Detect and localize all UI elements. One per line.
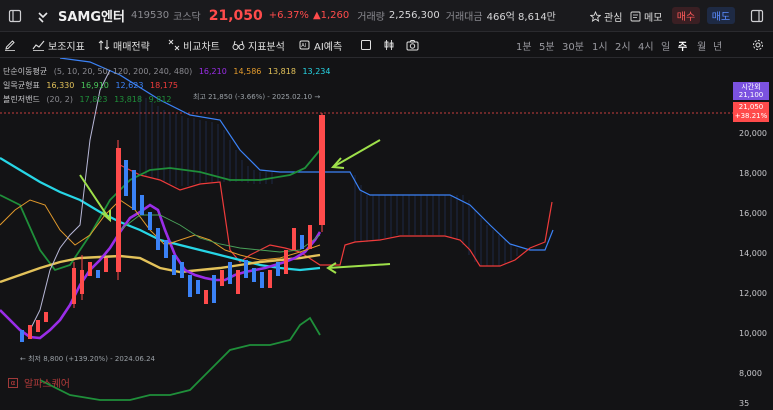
ytick-12000: 12,000 [739, 289, 767, 298]
market-name: 코스닥 [173, 12, 201, 23]
ytick-14000: 14,000 [739, 249, 767, 258]
period-4h[interactable]: 4시 [638, 38, 654, 53]
candlestick-icon [384, 40, 394, 50]
current-price-badge: 21,050 +38.21% [733, 102, 769, 122]
watermark-text: 알파스퀘어 [24, 379, 70, 390]
bollinger-value-1: 17,823 [79, 95, 108, 104]
sidebar-toggle-icon[interactable] [4, 5, 26, 27]
ma-legend-label: 단순이동평균 [3, 67, 48, 76]
logo-icon [32, 5, 54, 27]
memo-label: 메모 [644, 13, 663, 24]
period-day[interactable]: 일 [661, 38, 670, 53]
chart-type-candle-button[interactable] [383, 37, 395, 53]
ma-value-4: 13,234 [302, 67, 331, 76]
low-annotation: ← 최저 8,800 (+139.20%) - 2024.06.24 [20, 355, 155, 363]
ma-value-2: 14,586 [233, 67, 262, 76]
after-hours-badge: 시간외 21,100 [733, 82, 769, 100]
ai-predict-label: AI예측 [314, 41, 343, 53]
chart-toolbar: 보조지표 매매전략 비교차트 지표분석 AI AI예측 1분 5분 30분 1시… [0, 32, 773, 58]
stock-code: 419530 [130, 10, 170, 21]
ma-value-1: 16,210 [198, 67, 227, 76]
sort-arrows-icon [98, 40, 110, 50]
star-icon [590, 11, 601, 22]
compare-icon [168, 39, 180, 51]
ichimoku-value-3: 12,623 [115, 81, 144, 90]
ma-lavender [29, 69, 111, 331]
camera-icon [406, 40, 419, 51]
bollinger-value-3: 9,812 [148, 95, 172, 104]
ytick-16000: 16,000 [739, 209, 767, 218]
pencil-icon [5, 40, 15, 51]
square-icon [361, 40, 371, 50]
period-1h[interactable]: 1시 [592, 38, 608, 53]
svg-text:AI: AI [301, 43, 306, 49]
chart-settings-button[interactable] [752, 37, 764, 53]
ytick-20000: 20,000 [739, 129, 767, 138]
gear-icon [753, 40, 763, 50]
ichimoku-value-1: 16,330 [46, 81, 75, 90]
strategy-button[interactable]: 매매전략 [98, 37, 150, 53]
indicators-button[interactable]: 보조지표 [32, 37, 85, 53]
after-hours-label: 시간외 [741, 83, 761, 91]
change-percent: +6.37% [268, 10, 309, 21]
period-2h[interactable]: 2시 [615, 38, 631, 53]
ai-predict-button[interactable]: AI AI예측 [298, 37, 342, 53]
compare-label: 비교차트 [183, 41, 220, 53]
high-annotation: 최고 21,850 (-3.66%) - 2025.02.10 → [193, 93, 321, 101]
analysis-button[interactable]: 지표분석 [232, 37, 285, 53]
badge-percent: +38.21% [734, 112, 768, 120]
ytick-bottom: 35 [739, 399, 750, 408]
bollinger-value-2: 13,818 [114, 95, 143, 104]
ichimoku-legend-label: 일목균형표 [3, 81, 40, 90]
amount-label: 거래대금 [445, 12, 483, 23]
screenshot-button[interactable] [406, 37, 419, 53]
candlesticks [20, 113, 325, 342]
period-week[interactable]: 주 [678, 38, 687, 53]
memo-icon [630, 11, 641, 22]
line-chart-icon [32, 40, 45, 51]
chart-type-box-button[interactable] [360, 37, 372, 53]
after-hours-price: 21,100 [738, 91, 764, 99]
volume-label: 거래량 [357, 12, 385, 23]
watch-button[interactable]: 관심 [590, 9, 622, 24]
bollinger-legend-params: (20, 2) [46, 95, 73, 104]
stock-symbol[interactable]: SAMG엔터 [58, 6, 125, 25]
ma-value-3: 13,818 [267, 67, 296, 76]
period-30min[interactable]: 30분 [562, 38, 584, 53]
period-5min[interactable]: 5분 [539, 38, 555, 53]
alpha-logo-icon: α [8, 377, 18, 388]
sell-button[interactable]: 매도 [707, 7, 735, 24]
memo-button[interactable]: 메모 [630, 9, 662, 24]
panel-toggle-icon[interactable] [746, 5, 768, 27]
change-amount: ▲1,260 [312, 10, 350, 21]
current-price: 21,050 [208, 7, 263, 24]
ytick-8000: 8,000 [739, 369, 762, 378]
volume-value: 2,256,300 [388, 10, 440, 21]
buy-button[interactable]: 매수 [672, 7, 700, 24]
ai-chip-icon: AI [299, 40, 310, 50]
period-month[interactable]: 월 [697, 38, 706, 53]
ytick-10000: 10,000 [739, 329, 767, 338]
indicators-label: 보조지표 [48, 41, 85, 53]
ma-legend[interactable]: 단순이동평균 (5, 10, 20, 50, 120, 200, 240, 48… [3, 66, 334, 77]
ma-legend-params: (5, 10, 20, 50, 120, 200, 240, 480) [53, 67, 193, 76]
header-bar: SAMG엔터 419530 코스닥 21,050 +6.37% ▲1,260 거… [0, 0, 773, 32]
analysis-label: 지표분석 [248, 41, 285, 53]
binoculars-icon [232, 40, 245, 50]
ichimoku-legend[interactable]: 일목균형표 16,330 16,910 12,623 18,175 [3, 80, 182, 91]
compare-button[interactable]: 비교차트 [168, 37, 220, 53]
watermark-logo: α 알파스퀘어 [8, 375, 70, 390]
badge-price: 21,050 [738, 103, 764, 111]
period-year[interactable]: 년 [713, 38, 722, 53]
ichimoku-value-2: 16,910 [80, 81, 109, 90]
bollinger-legend[interactable]: 볼린저밴드 (20, 2) 17,823 13,818 9,812 [3, 94, 176, 105]
draw-tool-button[interactable] [4, 37, 16, 53]
strategy-label: 매매전략 [113, 41, 150, 53]
watch-label: 관심 [604, 13, 623, 24]
ytick-18000: 18,000 [739, 169, 767, 178]
amount-value: 466억 8,614만 [486, 12, 556, 23]
ichimoku-value-4: 18,175 [150, 81, 178, 90]
bollinger-legend-label: 볼린저밴드 [3, 95, 40, 104]
period-1min[interactable]: 1분 [516, 38, 532, 53]
